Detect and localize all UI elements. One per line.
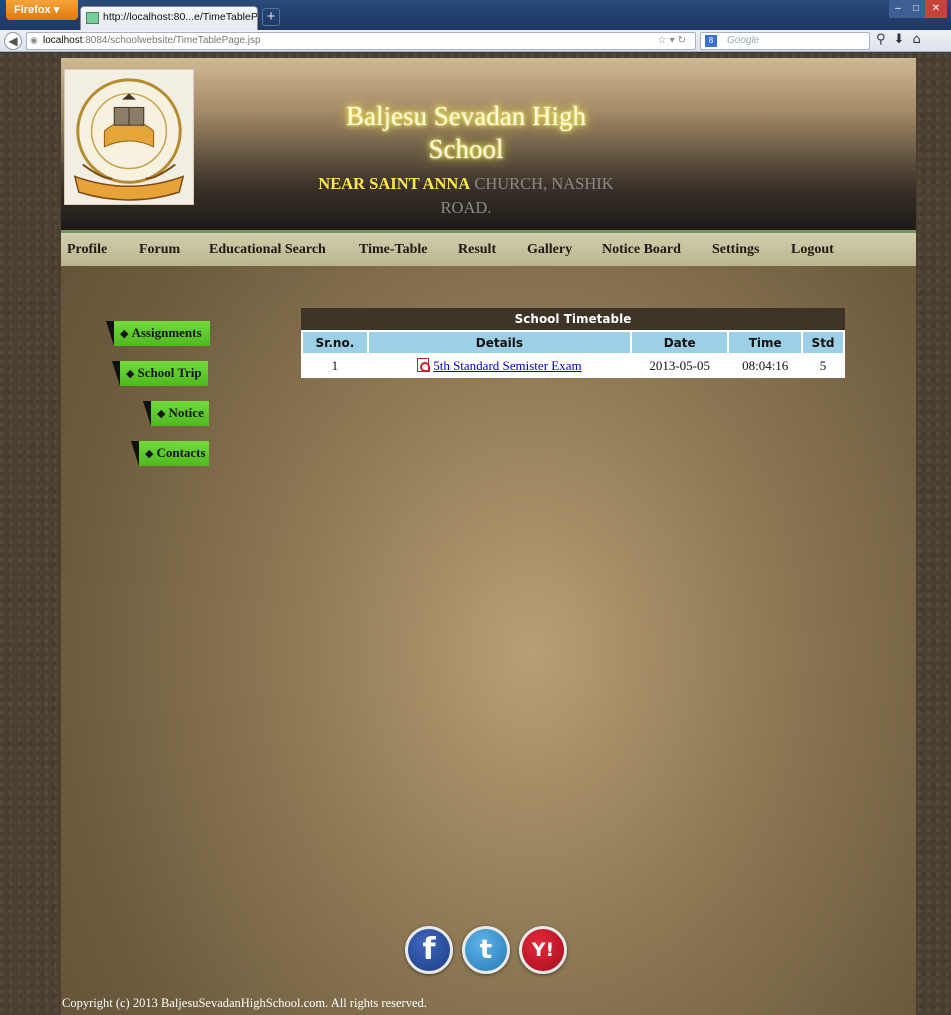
toolbar-icons: ⚲⬇⌂ [876,32,929,47]
column-header-srno: Sr.no. [303,332,367,353]
home-icon[interactable]: ⌂ [912,32,928,47]
timetable-caption: School Timetable [301,308,845,330]
url-host: localhost [43,35,83,46]
yahoo-icon[interactable]: Y! [519,926,567,974]
bookmark-star-icon[interactable]: ☆▾↻ [658,35,689,46]
menu-item-result[interactable]: Result [458,242,496,258]
sidenav-label: Contacts [156,445,206,460]
school-name-title: Baljesu Sevadan High School [346,101,586,164]
tab-favicon-icon [86,12,99,24]
maximize-icon[interactable]: □ [907,0,925,18]
diamond-bullet-icon: ◆ [126,367,135,380]
cell-date: 2013-05-05 [632,355,728,376]
close-icon[interactable]: ✕ [925,0,947,18]
main-menu: Profile Forum Educational Search Time-Ta… [61,230,916,266]
sidenav-label: School Trip [137,365,202,380]
site-header: Baljesu Sevadan High School NEAR SAINT A… [61,58,916,230]
search-input[interactable]: 8 Google [700,32,870,50]
diamond-bullet-icon: ◆ [120,327,129,340]
page-container: Baljesu Sevadan High School NEAR SAINT A… [61,58,916,1015]
column-header-time: Time [729,332,802,353]
address-highlight: NEAR SAINT ANNA [318,174,471,193]
twitter-icon[interactable]: t [462,926,510,974]
browser-navbar: ◀ ◉ localhost:8084/schoolwebsite/TimeTab… [0,30,951,52]
menu-item-logout[interactable]: Logout [791,242,834,258]
firefox-menu-label: Firefox [14,4,51,16]
sidenav-contacts[interactable]: ◆ Contacts [131,441,209,466]
pdf-icon[interactable] [417,357,431,372]
school-timetable: School Timetable Sr.no. Details Date Tim… [301,308,845,378]
minimize-icon[interactable]: – [889,0,907,18]
cell-time: 08:04:16 [729,355,802,376]
timetable-document-link[interactable]: 5th Standard Semister Exam [433,358,581,373]
menu-item-time-table[interactable]: Time-Table [359,242,427,258]
facebook-icon[interactable]: f [405,926,453,974]
page-footer: Copyright (c) 2013 BaljesuSevadanHighSch… [0,992,951,1015]
school-logo [64,69,194,205]
url-bar[interactable]: ◉ localhost:8084/schoolwebsite/TimeTable… [26,32,696,50]
browser-tab[interactable]: http://localhost:80...e/TimeTablePage.js… [80,6,258,30]
back-arrow-icon[interactable]: ◀ [4,32,22,50]
sidenav-notice[interactable]: ◆ Notice [143,401,209,426]
site-identity-icon: ◉ [30,36,38,46]
diamond-bullet-icon: ◆ [145,447,154,460]
menu-item-settings[interactable]: Settings [712,242,759,258]
new-tab-button[interactable]: + [262,8,280,26]
google-engine-icon[interactable]: 8 [705,35,717,47]
menu-item-educational-search[interactable]: Educational Search [209,242,326,258]
firefox-menu-button[interactable]: Firefox ▾ [6,0,78,20]
cell-std: 5 [803,355,843,376]
school-emblem-icon [73,78,185,201]
browser-titlebar: Firefox ▾ http://localhost:80...e/TimeTa… [0,0,951,30]
column-header-std: Std [803,332,843,353]
column-header-date: Date [632,332,728,353]
timetable-header-row: Sr.no. Details Date Time Std [303,332,843,353]
cell-srno: 1 [303,355,367,376]
sidenav-label: Assignments [131,325,202,340]
menu-item-notice-board[interactable]: Notice Board [602,242,681,258]
search-icon[interactable]: ⚲ [876,32,894,47]
menu-item-gallery[interactable]: Gallery [527,242,572,258]
sidenav-school-trip[interactable]: ◆ School Trip [112,361,208,386]
cell-details: 5th Standard Semister Exam [368,355,631,376]
column-header-details: Details [368,332,631,353]
page-viewport: Baljesu Sevadan High School NEAR SAINT A… [0,53,951,1015]
school-address: NEAR SAINT ANNA CHURCH, NASHIK ROAD. [306,172,626,220]
download-icon[interactable]: ⬇ [894,32,913,47]
sidenav-label: Notice [168,405,204,420]
menu-item-forum[interactable]: Forum [139,242,180,258]
menu-item-profile[interactable]: Profile [67,242,107,258]
sidenav-assignments[interactable]: ◆ Assignments [106,321,210,346]
search-placeholder: Google [727,35,760,46]
url-path: :8084/schoolwebsite/TimeTablePage.jsp [82,35,261,46]
table-row: 1 5th Standard Semister Exam 2013-05-05 … [303,355,843,376]
tab-title: http://localhost:80...e/TimeTablePage.js… [103,11,258,23]
window-controls: – □ ✕ [889,0,947,19]
diamond-bullet-icon: ◆ [157,407,166,420]
copyright-text: Copyright (c) 2013 BaljesuSevadanHighSch… [62,996,427,1010]
